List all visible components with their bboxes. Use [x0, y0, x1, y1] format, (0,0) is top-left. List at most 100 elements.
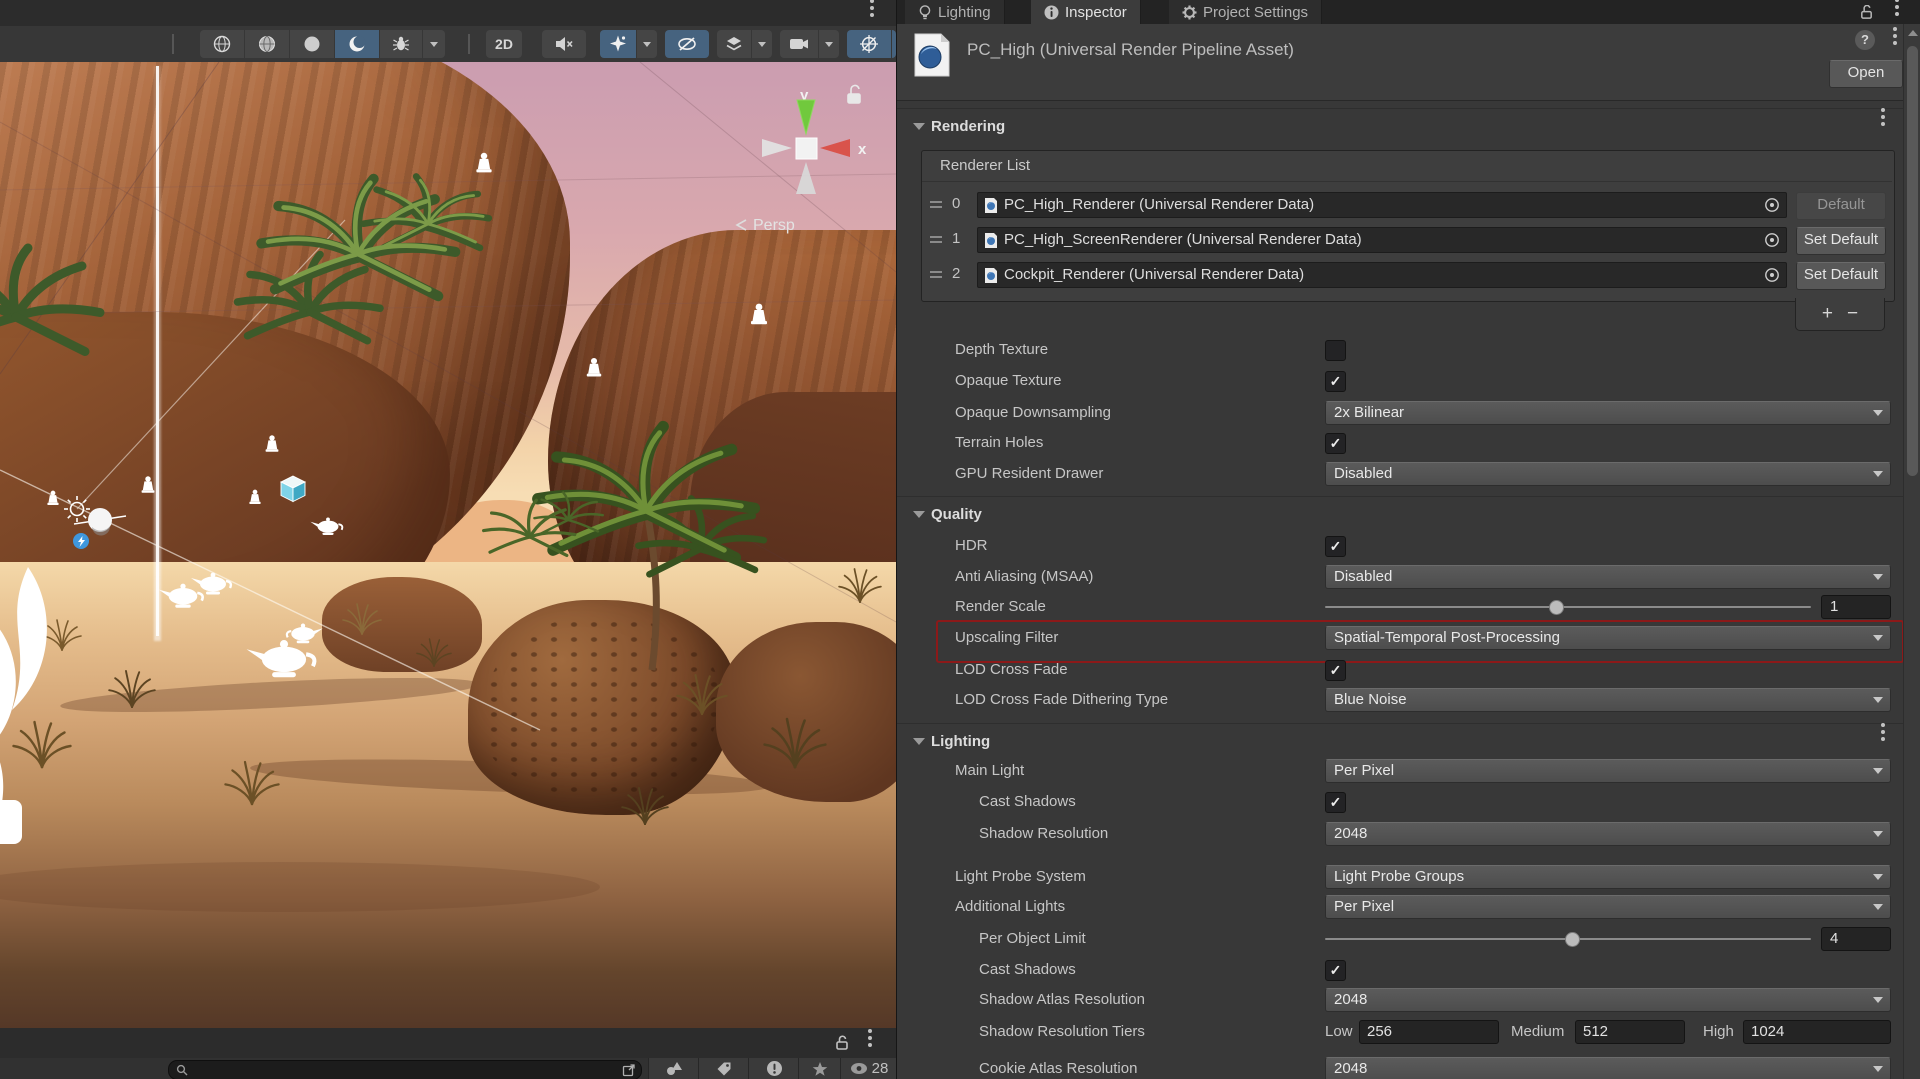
shadow-resolution-dropdown[interactable]: 2048: [1325, 822, 1891, 846]
asset-menu-kebab-icon[interactable]: [1893, 34, 1897, 38]
camera-settings-dropdown[interactable]: [819, 30, 839, 58]
cookie-atlas-resolution-dropdown[interactable]: 2048: [1325, 1057, 1891, 1079]
tier-high-field[interactable]: 1024: [1743, 1020, 1891, 1044]
lamp-gizmo-icon[interactable]: [287, 624, 323, 644]
neg-y-axis-cone[interactable]: [796, 162, 816, 194]
hdr-checkbox[interactable]: ✓: [1325, 536, 1346, 557]
layers-button[interactable]: [717, 30, 751, 58]
object-picker-icon[interactable]: [1764, 197, 1780, 213]
audio-mute-button[interactable]: [542, 30, 586, 58]
tab-inspector[interactable]: Inspector: [1031, 0, 1141, 24]
shading-shaded-button[interactable]: [290, 30, 334, 58]
set-default-button[interactable]: Set Default: [1796, 227, 1886, 255]
additional-cast-shadows-checkbox[interactable]: ✓: [1325, 960, 1346, 981]
tier-medium-field[interactable]: 512: [1575, 1020, 1685, 1044]
toolbar-drag-handle[interactable]: [172, 34, 176, 54]
shading-wireframe-button[interactable]: [200, 30, 244, 58]
scene-viewport[interactable]: y x Persp: [0, 62, 896, 1028]
effects-button[interactable]: [600, 30, 636, 58]
render-scale-slider-handle[interactable]: [1549, 600, 1564, 615]
object-picker-icon[interactable]: [1764, 232, 1780, 248]
light-probe-system-dropdown[interactable]: Light Probe Groups: [1325, 865, 1891, 889]
depth-texture-checkbox[interactable]: [1325, 340, 1346, 361]
inspector-menu-kebab-icon[interactable]: [1895, 5, 1899, 9]
lamp-gizmo-icon[interactable]: [310, 517, 342, 535]
x-axis-cone[interactable]: [820, 139, 850, 157]
shading-shaded-wireframe-button[interactable]: [245, 30, 289, 58]
per-object-limit-value[interactable]: 4: [1821, 927, 1891, 951]
scene-menu-kebab-icon[interactable]: [870, 6, 874, 10]
gizmo-center-cube[interactable]: [796, 138, 817, 159]
bounds-cube-icon[interactable]: [281, 476, 305, 502]
rendering-kebab-icon[interactable]: [1881, 115, 1885, 119]
opaque-downsampling-dropdown[interactable]: 2x Bilinear: [1325, 401, 1891, 425]
lamp-gizmo-icon[interactable]: [191, 573, 231, 595]
drag-handle-icon[interactable]: [930, 236, 942, 238]
lock-icon[interactable]: [834, 1035, 850, 1051]
2d-toggle-button[interactable]: 2D: [486, 30, 522, 58]
drag-handle-icon[interactable]: [930, 271, 942, 273]
camera-settings-button[interactable]: [780, 30, 818, 58]
main-cast-shadows-checkbox[interactable]: ✓: [1325, 792, 1346, 813]
light-probe-icon[interactable]: [249, 490, 260, 504]
additional-lights-dropdown[interactable]: Per Pixel: [1325, 895, 1891, 919]
lod-cross-fade-checkbox[interactable]: ✓: [1325, 660, 1346, 681]
unlock-icon[interactable]: [1859, 5, 1874, 20]
gizmos-button[interactable]: [847, 30, 891, 58]
warnings-filter-button[interactable]: [748, 1058, 799, 1079]
light-probe-icon[interactable]: [587, 358, 601, 377]
gpu-resident-drawer-dropdown[interactable]: Disabled: [1325, 462, 1891, 486]
upscaling-filter-dropdown[interactable]: Spatial-Temporal Post-Processing: [1325, 626, 1891, 650]
lamp-gizmo-icon[interactable]: [159, 584, 203, 608]
scroll-up-icon[interactable]: [1908, 30, 1918, 36]
layers-dropdown[interactable]: [752, 30, 772, 58]
lod-dithering-dropdown[interactable]: Blue Noise: [1325, 688, 1891, 712]
remove-button[interactable]: −: [1847, 303, 1858, 325]
drag-handle-icon[interactable]: [930, 201, 942, 203]
neg-x-axis-cone[interactable]: [762, 139, 792, 157]
debug-mode-button[interactable]: [380, 30, 422, 58]
render-scale-value[interactable]: 1: [1821, 595, 1891, 619]
scrollbar-thumb[interactable]: [1907, 46, 1918, 476]
hidden-count-button[interactable]: 28: [840, 1058, 897, 1079]
msaa-dropdown[interactable]: Disabled: [1325, 565, 1891, 589]
tab-lighting[interactable]: Lighting: [905, 0, 1005, 24]
tier-low-field[interactable]: 256: [1359, 1020, 1499, 1044]
set-default-button[interactable]: Set Default: [1796, 262, 1886, 290]
shadow-atlas-resolution-dropdown[interactable]: 2048: [1325, 988, 1891, 1012]
section-quality-header[interactable]: Quality: [931, 506, 982, 526]
opaque-texture-checkbox[interactable]: ✓: [1325, 371, 1346, 392]
terrain-holes-checkbox[interactable]: ✓: [1325, 433, 1346, 454]
renderer-object-field[interactable]: PC_High_Renderer (Universal Renderer Dat…: [977, 192, 1787, 218]
teapot-gizmo-icon[interactable]: [247, 640, 315, 677]
help-icon[interactable]: ?: [1855, 30, 1875, 50]
add-button[interactable]: +: [1822, 303, 1833, 325]
light-probe-icon[interactable]: [142, 476, 155, 492]
section-lighting-header[interactable]: Lighting: [931, 733, 990, 753]
filter-by-label-button[interactable]: [698, 1058, 749, 1079]
favorites-filter-button[interactable]: [798, 1058, 841, 1079]
open-in-window-icon[interactable]: [622, 1063, 636, 1077]
light-probe-icon[interactable]: [476, 153, 491, 173]
search-input[interactable]: [168, 1060, 642, 1079]
lighting-kebab-icon[interactable]: [1881, 730, 1885, 734]
light-probe-icon[interactable]: [751, 304, 767, 325]
debug-mode-dropdown[interactable]: [423, 30, 445, 58]
y-axis-cone[interactable]: [797, 100, 815, 134]
light-probe-icon[interactable]: [266, 435, 279, 451]
object-picker-icon[interactable]: [1764, 267, 1780, 283]
per-object-limit-slider-handle[interactable]: [1565, 932, 1580, 947]
section-rendering-header[interactable]: Rendering: [931, 118, 1005, 138]
renderer-object-field[interactable]: PC_High_ScreenRenderer (Universal Render…: [977, 227, 1787, 253]
light-bolt-icon[interactable]: [73, 533, 89, 549]
main-light-dropdown[interactable]: Per Pixel: [1325, 759, 1891, 783]
panel-menu-kebab-icon[interactable]: [868, 1036, 872, 1040]
render-scale-slider[interactable]: [1325, 606, 1811, 608]
filter-by-type-button[interactable]: [648, 1058, 699, 1079]
renderer-object-field[interactable]: Cockpit_Renderer (Universal Renderer Dat…: [977, 262, 1787, 288]
hidden-objects-button[interactable]: [665, 30, 709, 58]
shading-custom-button[interactable]: [335, 30, 379, 58]
inspector-scrollbar[interactable]: [1903, 24, 1920, 1079]
effects-dropdown[interactable]: [637, 30, 657, 58]
scene-orientation-gizmo[interactable]: y x Persp: [737, 85, 867, 234]
